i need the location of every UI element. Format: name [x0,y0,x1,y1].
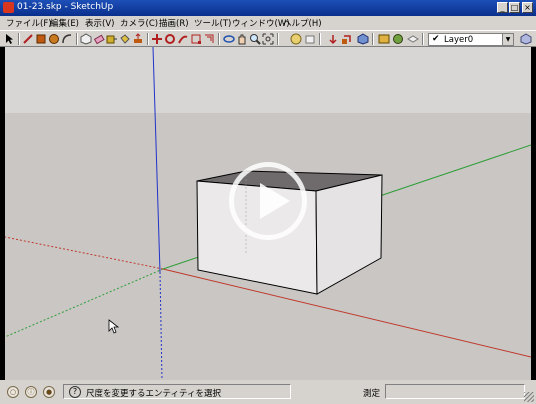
menu-help[interactable]: ヘルプ(H) [283,17,322,29]
sketchup-app-icon[interactable] [3,2,14,13]
measurements-label: 測定 [363,389,381,399]
layer-manager-icon[interactable] [407,33,419,45]
material-browser-icon[interactable] [392,33,404,45]
current-layer-name: Layer0 [444,35,474,45]
layer-settings-icon[interactable] [520,33,532,45]
toolbar-separator [319,33,321,45]
make-component-icon[interactable] [80,33,92,45]
offset-icon[interactable] [203,33,215,45]
menu-tools[interactable]: ツール(T) [194,17,231,29]
credits-icon[interactable]: ⓘ [25,386,37,398]
section-icon[interactable] [304,33,316,45]
circle-icon[interactable] [48,33,60,45]
chevron-down-icon[interactable]: ▼ [502,34,513,45]
toolbar-separator [76,33,78,45]
next-view-icon[interactable] [341,33,353,45]
toolbar-separator [18,33,20,45]
title-bar: 01-23.skp - SketchUp _ □ × [0,0,536,16]
current-layer-check-icon: ✔ [432,34,440,44]
window-title: 01-23.skp - SketchUp [17,2,114,12]
main-toolbar: ✔ Layer0 ▼ [0,30,536,47]
toolbar-separator [422,33,424,45]
maximize-button[interactable]: □ [509,2,520,13]
y-axis-dashed [5,268,164,338]
geo-location-icon[interactable]: ○ [7,386,19,398]
toolbar-separator [277,33,279,45]
pan-icon[interactable] [236,33,248,45]
user-icon[interactable]: ● [43,386,55,398]
z-axis [152,47,161,273]
close-button[interactable]: × [522,2,533,13]
menu-file[interactable]: ファイル(F) [6,17,52,29]
toolbar-separator [372,33,374,45]
menu-edit[interactable]: 編集(E) [50,17,79,29]
toolbar-separator [218,33,220,45]
resize-grip-icon[interactable] [524,392,534,402]
status-bar: ○ ⓘ ● ? 尺度を変更するエンティティを選択 測定 [0,380,536,404]
play-icon [260,183,290,219]
rectangle-icon[interactable] [35,33,47,45]
walk-icon[interactable] [290,33,302,45]
menu-bar: ファイル(F) 編集(E) 表示(V) カメラ(C) 描画(R) ツール(T) … [0,16,536,30]
rotate-icon[interactable] [164,33,176,45]
measurements-input[interactable] [385,384,525,399]
box-side-face[interactable] [315,174,383,295]
eraser-icon[interactable] [93,33,105,45]
status-text: 尺度を変更するエンティティを選択 [86,389,221,399]
paint-bucket-icon[interactable] [119,33,131,45]
previous-view-icon[interactable] [327,33,339,45]
x-axis-dashed [5,236,164,270]
scale-icon[interactable] [190,33,202,45]
menu-window[interactable]: ウィンドウ(W) [232,17,290,29]
component-browser-icon[interactable] [378,33,390,45]
minimize-button[interactable]: _ [497,2,508,13]
x-axis [162,268,531,358]
follow-me-icon[interactable] [177,33,189,45]
orbit-icon[interactable] [223,33,235,45]
menu-camera[interactable]: カメラ(C) [120,17,158,29]
tape-measure-icon[interactable] [106,33,118,45]
help-icon[interactable]: ? [69,386,81,398]
menu-draw[interactable]: 描画(R) [159,17,189,29]
standard-views-icon[interactable] [357,33,369,45]
move-icon[interactable] [151,33,163,45]
line-icon[interactable] [22,33,34,45]
layer-dropdown[interactable]: ✔ Layer0 ▼ [428,33,514,46]
play-button[interactable] [229,162,307,240]
arc-icon[interactable] [61,33,73,45]
zoom-icon[interactable] [249,33,261,45]
select-icon[interactable] [4,33,16,45]
push-pull-icon[interactable] [132,33,144,45]
menu-view[interactable]: 表示(V) [85,17,114,29]
toolbar-separator [147,33,149,45]
zoom-extents-icon[interactable] [262,33,274,45]
mouse-cursor-icon [108,319,120,334]
z-axis-dashed [159,271,163,380]
